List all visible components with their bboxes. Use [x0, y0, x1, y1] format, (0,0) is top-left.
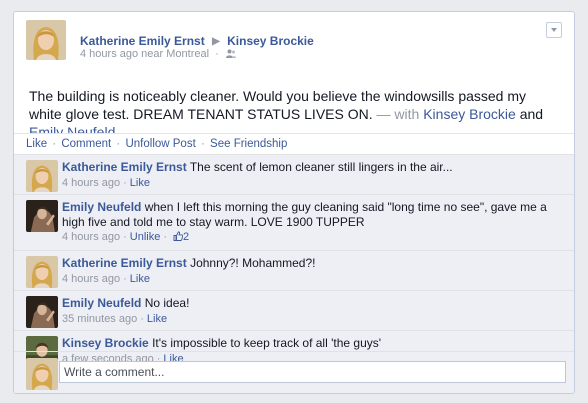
comment-item: Emily Neufeld when I left this morning t…: [14, 194, 574, 250]
avatar[interactable]: [26, 358, 58, 390]
friends-icon[interactable]: [225, 49, 236, 58]
separator-dot: ·: [200, 138, 205, 150]
comment-input[interactable]: [59, 361, 566, 383]
comment-like-button[interactable]: Like: [130, 177, 150, 189]
avatar[interactable]: [26, 200, 58, 232]
comment-item: Katherine Emily Ernst Johnny?! Mohammed?…: [14, 250, 574, 290]
comment-body: Emily Neufeld No idea! 35 minutes ago · Li…: [62, 296, 562, 326]
comment-author[interactable]: Katherine Emily Ernst: [62, 256, 187, 270]
like-button[interactable]: Like: [26, 138, 47, 150]
avatar[interactable]: [26, 296, 58, 328]
see-friendship-button[interactable]: See Friendship: [210, 138, 287, 150]
comment-meta: 4 hours ago · Like: [62, 272, 562, 287]
chevron-down-icon: [551, 28, 557, 32]
comment-like-button[interactable]: Like: [147, 313, 167, 325]
separator-dot: ·: [116, 138, 121, 150]
author-link[interactable]: Katherine Emily Ernst: [80, 34, 205, 48]
comment-author[interactable]: Kinsey Brockie: [62, 336, 149, 350]
target-link[interactable]: Kinsey Brockie: [227, 34, 314, 48]
separator-dot: ·: [123, 272, 127, 285]
comment-meta: 4 hours ago · Unlike · 2: [62, 230, 562, 245]
separator-dot: ·: [123, 176, 127, 189]
comment-unlike-button[interactable]: Unlike: [130, 231, 161, 243]
comment-body: Katherine Emily Ernst Johnny?! Mohammed?…: [62, 256, 562, 286]
arrow-right-icon: ▶: [212, 36, 220, 47]
story-actors: Katherine Emily Ernst ▶ Kinsey Brockie: [80, 34, 314, 48]
comment-button[interactable]: Comment: [61, 138, 111, 150]
comment-meta: 35 minutes ago · Like: [62, 312, 562, 327]
comment-author[interactable]: Emily Neufeld: [62, 296, 141, 310]
avatar[interactable]: [26, 20, 66, 60]
comment-text: Johnny?! Mohammed?!: [190, 256, 316, 270]
comment-timestamp[interactable]: 4 hours ago: [62, 273, 120, 285]
comment-item: Katherine Emily Ernst The scent of lemon…: [14, 154, 574, 194]
story-actions: Like · Comment · Unfollow Post · See Fri…: [14, 134, 574, 154]
comment-author[interactable]: Emily Neufeld: [62, 200, 141, 214]
story-card: Katherine Emily Ernst ▶ Kinsey Brockie 4…: [13, 11, 575, 394]
post-timestamp[interactable]: 4 hours ago: [80, 48, 138, 60]
comment-like-count[interactable]: 2: [183, 231, 189, 243]
unfollow-button[interactable]: Unfollow Post: [125, 138, 195, 150]
comment-body: Emily Neufeld when I left this morning t…: [62, 200, 562, 245]
comment-item: Emily Neufeld No idea! 35 minutes ago · Li…: [14, 290, 574, 330]
comment-item: Kinsey Brockie It's impossible to keep t…: [14, 330, 574, 368]
thumbs-up-icon[interactable]: [173, 231, 184, 241]
separator-dot: ·: [163, 231, 168, 243]
avatar[interactable]: [26, 160, 58, 192]
comment-timestamp[interactable]: 35 minutes ago: [62, 313, 137, 325]
comment-meta: 4 hours ago · Like: [62, 176, 562, 191]
comment-composer: [14, 351, 574, 393]
story-header: Katherine Emily Ernst ▶ Kinsey Brockie 4…: [26, 20, 562, 72]
tagged-user-1[interactable]: Kinsey Brockie: [423, 106, 516, 122]
and-label: and: [519, 106, 544, 122]
with-label: — with: [376, 106, 420, 122]
comment-body: Katherine Emily Ernst The scent of lemon…: [62, 160, 562, 190]
comment-author[interactable]: Katherine Emily Ernst: [62, 160, 187, 174]
story-menu-button[interactable]: [546, 22, 562, 38]
comment-timestamp[interactable]: 4 hours ago: [62, 231, 120, 243]
location-link[interactable]: Montreal: [166, 48, 209, 60]
comment-text: No idea!: [144, 296, 190, 310]
comment-text: It's impossible to keep track of all 'th…: [152, 336, 382, 350]
separator-dot: ·: [123, 231, 127, 243]
separator-dot: ·: [52, 138, 57, 150]
avatar[interactable]: [26, 256, 58, 288]
separator-dot: ·: [140, 312, 144, 325]
comment-timestamp[interactable]: 4 hours ago: [62, 177, 120, 189]
story-meta: 4 hours ago near Montreal ·: [80, 48, 236, 60]
comment-text: The scent of lemon cleaner still lingers…: [189, 160, 453, 174]
comment-list: Katherine Emily Ernst The scent of lemon…: [14, 154, 574, 393]
comment-like-button[interactable]: Like: [130, 273, 150, 285]
location-prefix: near: [141, 48, 164, 60]
separator-dot: ·: [215, 48, 219, 60]
